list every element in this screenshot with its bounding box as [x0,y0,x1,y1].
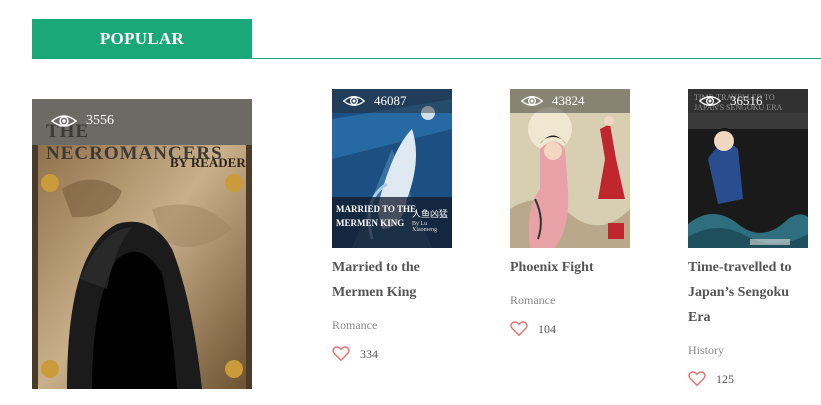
eye-icon [342,94,366,108]
book-cover-phoenix-fight[interactable]: 43824 [510,89,630,248]
featured-cover-author: BY READER [170,155,246,170]
eye-icon [520,94,544,108]
book3-views-count: 36516 [730,93,763,108]
header-divider [32,58,821,59]
book3-genre[interactable]: History [688,343,724,358]
book1-views-overlay: 46087 [332,89,452,113]
book2-title[interactable]: Phoenix Fight [510,255,640,280]
book-cover-mermen-king[interactable]: MARRIED TO THE MERMEN KING 人鱼凶猛 By Lu Xi… [332,89,452,248]
book3-likes: 125 [688,371,734,387]
book1-cover-title-line1: MARRIED TO THE [336,204,417,214]
book2-views-count: 43824 [552,93,585,108]
book1-cover-title-line2: MERMEN KING [336,218,405,228]
heart-icon[interactable] [510,321,528,337]
book1-title[interactable]: Married to the Mermen King [332,255,452,305]
book2-likes: 104 [510,321,556,337]
book3-views-overlay: 36516 [688,89,808,113]
book2-genre[interactable]: Romance [510,293,555,308]
heart-icon[interactable] [688,371,706,387]
book1-likes: 334 [332,346,378,362]
eye-icon [698,94,722,108]
book2-likes-count: 104 [538,321,556,336]
book3-title[interactable]: Time-travelled to Japan’s Sengoku Era [688,255,813,330]
popular-section-header: POPULAR [32,19,821,59]
book1-views-count: 46087 [374,93,407,108]
featured-book-cover[interactable]: THE NECROMANCERS BY READER 3556 [32,99,252,389]
popular-tab[interactable]: POPULAR [32,19,252,58]
book1-likes-count: 334 [360,346,378,361]
book3-likes-count: 125 [716,371,734,386]
heart-icon[interactable] [332,346,350,362]
book-cover-sengoku-era[interactable]: TIME-TRAVELLED TO JAPAN'S SENGOKU ERA 36… [688,89,808,248]
featured-views-overlay: 3556 [32,109,252,133]
featured-views-count: 3556 [86,113,114,128]
book1-cover-author: By Lu Xiaomeng [412,221,437,233]
book1-cover-cn: 人鱼凶猛 [412,209,449,219]
book2-views-overlay: 43824 [510,89,630,113]
book1-genre[interactable]: Romance [332,318,377,333]
eye-icon [50,113,78,129]
